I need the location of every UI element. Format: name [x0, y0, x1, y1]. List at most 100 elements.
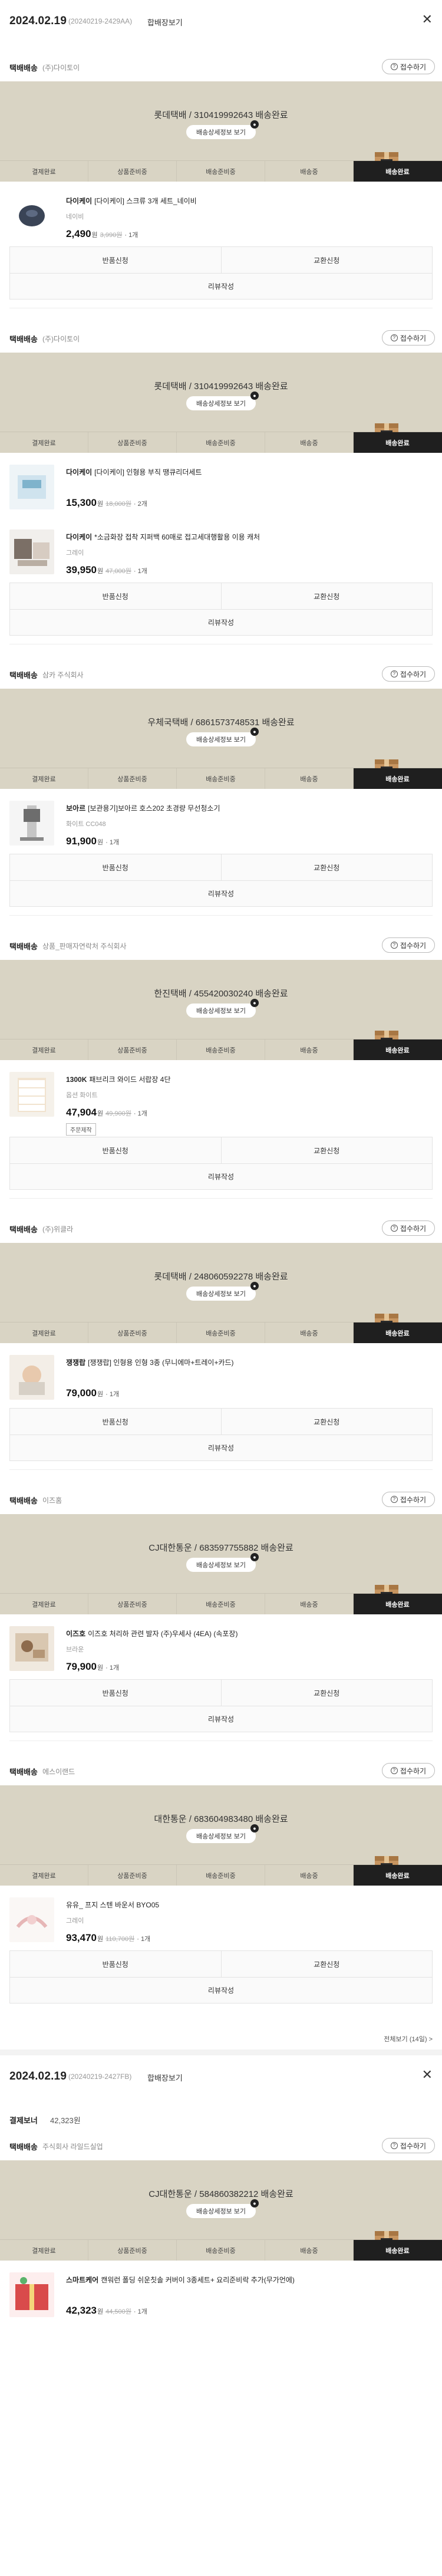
write-review-button[interactable]: 리뷰작성 [10, 1978, 432, 2003]
inquiry-button[interactable]: ? 접수하기 [382, 330, 435, 346]
tracking-detail-button[interactable]: 배송상세정보 보기 ● [186, 999, 259, 1018]
product-name: 유유_ 프지 스텐 바운서 BYO05 [66, 1901, 160, 1909]
write-review-button[interactable]: 리뷰작성 [10, 610, 432, 635]
exchange-request-button[interactable]: 교환신청 [222, 1137, 433, 1163]
tracking-detail-button[interactable]: 배송상세정보 보기 ● [186, 1282, 259, 1301]
tracking-detail-button[interactable]: 배송상세정보 보기 ● [186, 1553, 259, 1572]
tracking-detail-button[interactable]: 배송상세정보 보기 ● [186, 120, 259, 139]
product-price: 79,000원 · 1개 [66, 1387, 433, 1399]
return-request-button[interactable]: 반품신청 [10, 1137, 222, 1163]
product-image[interactable] [9, 529, 54, 574]
combine-view-link[interactable]: 합배장보기 [147, 17, 183, 28]
product-image[interactable] [9, 1897, 54, 1942]
write-review-button[interactable]: 리뷰작성 [10, 1164, 432, 1189]
tracking-detail-button[interactable]: 배송상세정보 보기 ● [186, 1824, 259, 1843]
product-image[interactable] [9, 1626, 54, 1671]
tracking-detail-button[interactable]: 배송상세정보 보기 ● [186, 2199, 259, 2218]
order-item[interactable]: 이즈호 이즈호 처리하 관련 발자 (주)우세사 (4EA) (속포장) 브라운 79… [0, 1614, 442, 1679]
delivery-status-banner: 한진택배 / 455420030240 배송완료 배송상세정보 보기 ● 결제완료 상품… [0, 960, 442, 1060]
write-review-button[interactable]: 리뷰작성 [10, 274, 432, 299]
write-review-button[interactable]: 리뷰작성 [10, 1435, 432, 1460]
product-title[interactable]: 다이케이 [다이케이] 스크류 3개 세트_네이비 [66, 196, 433, 206]
delivery-steps: 결제완료 상품준비중 배송준비중 배송중 배송완료 [0, 160, 442, 182]
return-request-button[interactable]: 반품신청 [10, 1951, 222, 1977]
inquiry-button[interactable]: ? 접수하기 [382, 1763, 435, 1778]
product-price: 47,904원 49,900원 · 1개 [66, 1107, 433, 1118]
product-title[interactable]: 다이케이 *소금화장 접착 지퍼백 60매로 접고세대행활용 이용 캐처 [66, 532, 433, 542]
close-icon[interactable]: ✕ [422, 13, 433, 26]
order-item[interactable]: 다이케이 [다이케이] 인형용 부직 땡큐리더세트 15,300원 18,000원 ·… [0, 453, 442, 518]
return-request-button[interactable]: 반품신청 [10, 854, 222, 880]
exchange-request-button[interactable]: 교환신청 [222, 1409, 433, 1435]
product-brand: 이즈호 [66, 1630, 86, 1638]
action-row: 리뷰작성 [10, 1163, 432, 1189]
shipping-method: 택배배송 [9, 671, 38, 680]
delivery-step: 결제완료 [0, 161, 88, 182]
shipment-header: 택배배송 삼카 주식회사? 접수하기 [0, 659, 442, 689]
order-item[interactable]: 유유_ 프지 스텐 바운서 BYO05 그레이 93,470원 110,700원 · 1… [0, 1886, 442, 1950]
return-request-button[interactable]: 반품신청 [10, 583, 222, 609]
write-review-button[interactable]: 리뷰작성 [10, 881, 432, 906]
tracking-detail-button[interactable]: 배송상세정보 보기 ● [186, 392, 259, 410]
order-item[interactable]: 쟁쟁랍 [쟁쟁랍] 인형용 인형 3종 (무니에마+트레이+카드) 79,000원… [0, 1343, 442, 1408]
delivery-status-banner: 대한통운 / 683604983480 배송완료 배송상세정보 보기 ● 결제완료 상품… [0, 1785, 442, 1886]
return-request-button[interactable]: 반품신청 [10, 1680, 222, 1706]
delivery-step: 결제완료 [0, 1322, 88, 1343]
original-price: 3,990원 [100, 232, 123, 239]
product-title[interactable]: 유유_ 프지 스텐 바운서 BYO05 [66, 1900, 433, 1910]
product-image[interactable] [9, 1355, 54, 1400]
shipping-method: 택배배송 [9, 1496, 38, 1505]
combine-view-link[interactable]: 합배장보기 [147, 2072, 183, 2083]
inquiry-button[interactable]: ? 접수하기 [382, 937, 435, 953]
view-all-link[interactable]: 전체보기 (14일) > [384, 2034, 433, 2044]
payment-summary: 결제보너 42,323원 [0, 2107, 442, 2131]
product-title[interactable]: 쟁쟁랍 [쟁쟁랍] 인형용 인형 3종 (무니에마+트레이+카드) [66, 1357, 433, 1367]
order-item[interactable]: 1300K 패브리크 와이드 서랍장 4단 옵션 화이트 47,904원 49,900원… [0, 1060, 442, 1137]
product-info: 다이케이 *소금화장 접착 지퍼백 60매로 접고세대행활용 이용 캐처 그레이 39… [66, 532, 433, 576]
order-item[interactable]: 다이케이 [다이케이] 스크류 3개 세트_네이비 네이비 2,490원 3,990원 ·… [0, 182, 442, 246]
delivery-status-text: 한진택배 / 455420030240 배송완료 [154, 989, 288, 999]
quantity: · 1개 [124, 232, 138, 239]
tracking-detail-button[interactable]: 배송상세정보 보기 ● [186, 728, 259, 746]
exchange-request-button[interactable]: 교환신청 [222, 1680, 433, 1706]
exchange-request-button[interactable]: 교환신청 [222, 247, 433, 273]
exchange-request-button[interactable]: 교환신청 [222, 1951, 433, 1977]
exchange-request-button[interactable]: 교환신청 [222, 583, 433, 609]
inquiry-button[interactable]: ? 접수하기 [382, 59, 435, 74]
inquiry-button[interactable]: ? 접수하기 [382, 2138, 435, 2153]
product-image[interactable] [9, 801, 54, 845]
product-title[interactable]: 1300K 패브리크 와이드 서랍장 4단 [66, 1074, 433, 1084]
inquiry-button[interactable]: ? 접수하기 [382, 1220, 435, 1236]
help-icon: ? [390, 670, 398, 677]
product-title[interactable]: 보아르 [보관용기]보아르 호스202 초경량 무선청소기 [66, 803, 433, 813]
product-info: 1300K 패브리크 와이드 서랍장 4단 옵션 화이트 47,904원 49,900원… [66, 1074, 433, 1136]
inquiry-button[interactable]: ? 접수하기 [382, 1492, 435, 1507]
close-icon[interactable]: ✕ [422, 2068, 433, 2081]
product-title[interactable]: 이즈호 이즈호 처리하 관련 발자 (주)우세사 (4EA) (속포장) [66, 1628, 433, 1639]
delivery-steps: 결제완료 상품준비중 배송준비중 배송중 배송완료 [0, 1039, 442, 1060]
return-request-button[interactable]: 반품신청 [10, 247, 222, 273]
quantity-value: 1개 [109, 1664, 120, 1672]
inquiry-button[interactable]: ? 접수하기 [382, 666, 435, 682]
delivery-status-text: CJ대한통운 / 584860382212 배송완료 [149, 2189, 293, 2199]
order-item[interactable]: 스마트케어 캔워런 폴딩 쉬운칫솔 커버이 3종세트+ 요리준비락 추가(무가언에… [0, 2261, 442, 2325]
product-title[interactable]: 다이케이 [다이케이] 인형용 부직 땡큐리더세트 [66, 467, 433, 477]
product-brand: 보아르 [66, 804, 86, 812]
write-review-button[interactable]: 리뷰작성 [10, 1706, 432, 1732]
order-item[interactable]: 다이케이 *소금화장 접착 지퍼백 60매로 접고세대행활용 이용 캐처 그레이 39… [0, 518, 442, 583]
inquiry-label: 접수하기 [400, 62, 427, 71]
delivery-step: 배송완료 [354, 432, 442, 453]
delivery-status-text: 롯데택배 / 310419992643 배송완료 [154, 381, 288, 392]
return-request-button[interactable]: 반품신청 [10, 1409, 222, 1435]
product-title[interactable]: 스마트케어 캔워런 폴딩 쉬운칫솔 커버이 3종세트+ 요리준비락 추가(무가언에… [66, 2275, 433, 2285]
order-item[interactable]: 보아르 [보관용기]보아르 호스202 초경량 무선청소기 화이트 CC048 91,… [0, 789, 442, 854]
product-image[interactable] [9, 465, 54, 509]
delivery-step: 배송준비중 [177, 1865, 265, 1886]
exchange-request-button[interactable]: 교환신청 [222, 854, 433, 880]
product-image[interactable] [9, 1072, 54, 1117]
product-brand: 쟁쟁랍 [66, 1358, 86, 1367]
product-image[interactable] [9, 2272, 54, 2317]
shipment-header: 택배배송 (주)다이토이? 접수하기 [0, 52, 442, 81]
product-image[interactable] [9, 193, 54, 238]
notification-dot-icon: ● [250, 728, 259, 736]
